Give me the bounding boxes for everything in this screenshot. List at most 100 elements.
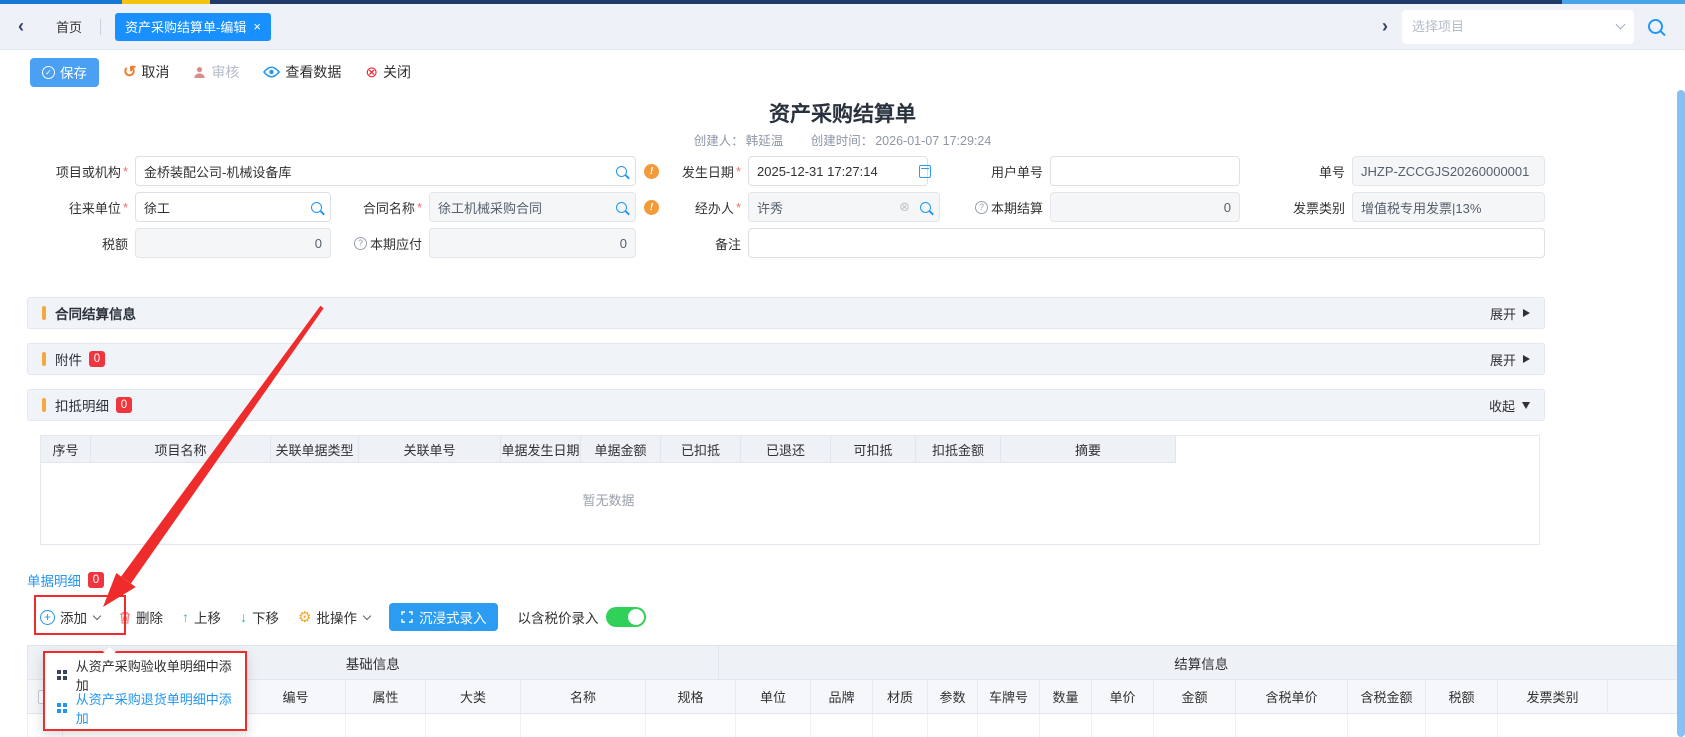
arrow-up-icon <box>182 609 189 625</box>
audit-button[interactable]: 审核 <box>193 62 239 82</box>
eye-icon <box>263 66 280 78</box>
project-search-icon[interactable] <box>616 166 627 177</box>
calendar-icon[interactable] <box>919 165 931 178</box>
close-label: 关闭 <box>383 62 411 82</box>
user-no-label: 用户单号 <box>940 156 1050 186</box>
agent-field <box>748 192 940 222</box>
section-contract-settle[interactable]: 合同结算信息 展开 <box>27 297 1545 329</box>
clear-icon[interactable] <box>899 198 910 216</box>
detail-section-title: 单据明细 0 <box>27 570 104 590</box>
section-title: 附件 <box>55 349 82 369</box>
search-icon[interactable] <box>1648 19 1663 34</box>
move-up-button[interactable]: 上移 <box>182 607 221 627</box>
menu-item-add-from-acceptance[interactable]: 从资产采购验收单明细中添加 <box>45 658 245 691</box>
contract-label: 合同名称 <box>331 192 429 222</box>
remark-field <box>748 228 1545 258</box>
column-header: 名称 <box>520 680 645 714</box>
detail-table-header-row: 编号 属性 大类 名称 规格 单位 品牌 材质 参数 车牌号 数量 单价 金额 … <box>27 680 1685 714</box>
vendor-input[interactable] <box>135 192 331 222</box>
chevron-down-icon <box>93 611 101 619</box>
project-label: 项目或机构 <box>0 156 135 186</box>
add-button[interactable]: 添加 <box>40 607 100 627</box>
batch-ops-button[interactable]: 批操作 <box>298 607 370 627</box>
user-no-input[interactable] <box>1050 156 1240 186</box>
expand-toggle[interactable]: 展开 <box>1490 304 1530 323</box>
tab-home[interactable]: 首页 <box>38 17 100 36</box>
agent-input[interactable] <box>748 192 940 222</box>
column-header: 项目名称 <box>91 436 271 463</box>
contract-search-icon[interactable] <box>616 202 627 213</box>
help-icon <box>975 201 988 214</box>
back-chevron-icon[interactable]: ‹ <box>4 16 38 37</box>
vendor-search-icon[interactable] <box>311 202 322 213</box>
contract-input[interactable] <box>429 192 636 222</box>
deduction-count-badge: 0 <box>116 397 132 413</box>
save-button[interactable]: 保存 <box>30 58 99 87</box>
created-value: 2026-01-07 17:29:24 <box>875 134 991 148</box>
contract-warning-icon <box>644 200 659 215</box>
forward-chevron-icon[interactable]: › <box>1368 16 1402 37</box>
triangle-down-icon <box>1522 402 1530 409</box>
section-attachment[interactable]: 附件 0 展开 <box>27 343 1545 375</box>
agent-search-icon[interactable] <box>920 202 931 213</box>
detail-table: 基础信息 结算信息 编号 属性 大类 名称 规格 单位 品牌 材质 参数 车牌号… <box>27 645 1685 737</box>
invoice-type-field <box>1352 192 1545 222</box>
deduction-table: 序号 项目名称 关联单据类型 关联单号 单据发生日期 单据金额 已扣抵 已退还 … <box>40 435 1540 545</box>
column-header: 序号 <box>41 436 91 463</box>
tax-price-toggle[interactable] <box>606 607 646 627</box>
column-header: 规格 <box>645 680 735 714</box>
chevron-down-icon[interactable] <box>1616 20 1626 30</box>
expand-toggle[interactable]: 展开 <box>1490 350 1530 369</box>
grid-icon <box>57 670 61 674</box>
project-select[interactable] <box>1402 10 1634 44</box>
delete-button[interactable]: 删除 <box>119 607 163 627</box>
column-header: 属性 <box>345 680 425 714</box>
doc-no-field <box>1352 156 1545 186</box>
creator-label: 创建人： <box>694 134 744 148</box>
project-input[interactable] <box>135 156 636 186</box>
project-field <box>135 156 636 186</box>
person-icon <box>193 66 206 79</box>
project-select-input[interactable] <box>1412 19 1617 34</box>
occur-date-input[interactable] <box>748 156 928 186</box>
view-data-label: 查看数据 <box>285 62 341 82</box>
view-data-button[interactable]: 查看数据 <box>263 62 341 82</box>
tab-active[interactable]: 资产采购结算单-编辑 <box>115 13 271 41</box>
immersive-entry-label: 沉浸式录入 <box>419 607 487 627</box>
remark-input[interactable] <box>748 228 1545 258</box>
detail-toolbar: 添加 删除 上移 下移 批操作 沉浸式录入 以 <box>40 601 646 633</box>
column-header: 单价 <box>1091 680 1153 714</box>
contract-field <box>429 192 636 222</box>
tab-divider <box>100 19 101 35</box>
project-warning-icon <box>644 164 659 179</box>
trash-icon <box>119 611 131 624</box>
column-header: 金额 <box>1153 680 1235 714</box>
vertical-scrollbar[interactable] <box>1677 90 1685 737</box>
fullscreen-icon <box>401 611 413 623</box>
immersive-entry-button[interactable]: 沉浸式录入 <box>389 603 499 631</box>
vendor-field <box>135 192 331 222</box>
column-header: 编号 <box>245 680 345 714</box>
column-header: 已扣抵 <box>661 436 741 463</box>
column-header: 可扣抵 <box>831 436 916 463</box>
column-header: 材质 <box>872 680 927 714</box>
column-header: 数量 <box>1039 680 1091 714</box>
page-title: 资产采购结算单 <box>0 98 1685 128</box>
invoice-type-input <box>1352 192 1545 222</box>
cancel-button[interactable]: 取消 <box>123 62 169 82</box>
section-marker <box>42 398 46 412</box>
collapse-toggle[interactable]: 收起 <box>1489 396 1530 415</box>
column-header: 摘要 <box>1001 436 1176 463</box>
tax-input <box>135 228 331 258</box>
menu-item-add-from-return[interactable]: 从资产采购退货单明细中添加 <box>45 691 245 724</box>
close-button[interactable]: 关闭 <box>365 62 411 82</box>
tab-bar: ‹ 首页 资产采购结算单-编辑 › <box>0 4 1685 50</box>
column-header: 含税单价 <box>1235 680 1347 714</box>
detail-table-group-row: 基础信息 结算信息 <box>27 645 1685 680</box>
move-down-button[interactable]: 下移 <box>240 607 279 627</box>
cancel-label: 取消 <box>141 62 169 82</box>
tab-close-icon[interactable] <box>253 19 261 34</box>
column-header: 车牌号 <box>977 680 1039 714</box>
section-deduction[interactable]: 扣抵明细 0 收起 <box>27 389 1545 421</box>
move-down-label: 下移 <box>252 607 279 627</box>
